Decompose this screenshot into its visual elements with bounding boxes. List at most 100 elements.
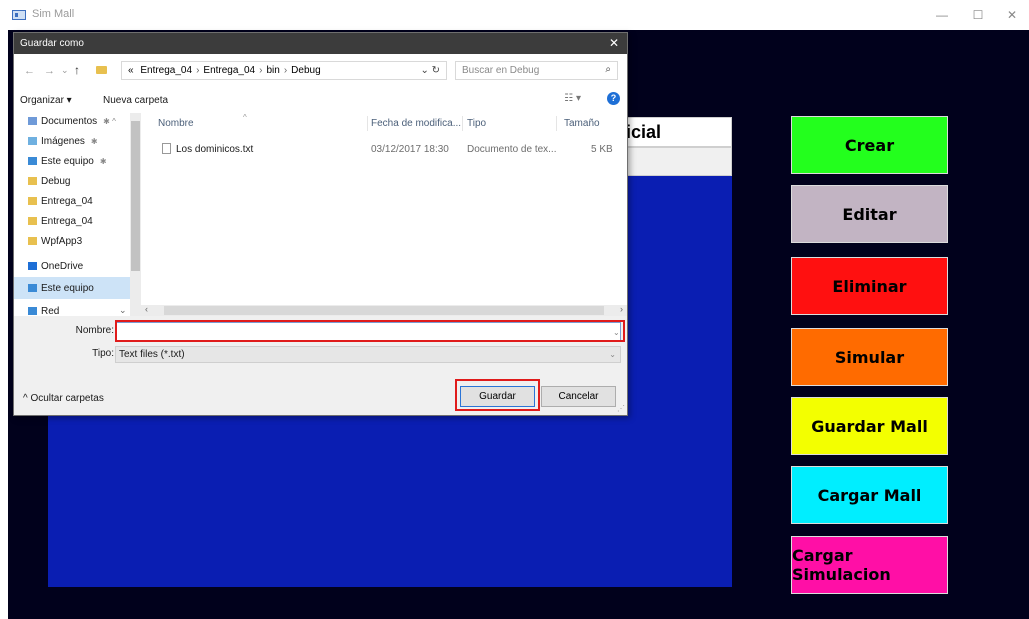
nav-item[interactable]: Este equipo [28,283,94,294]
nav-item-label: Entrega_04 [41,216,93,227]
minimize-button[interactable]: — [930,6,954,24]
column-divider [367,116,368,131]
type-label: Tipo: [92,348,114,359]
folder-icon [28,177,37,185]
help-icon[interactable]: ? [607,92,620,105]
nav-item-label: Documentos [41,116,98,127]
folder-icon [28,237,37,245]
hide-folders-toggle[interactable]: ^ Ocultar carpetas [23,393,104,404]
file-size: 5 KB [591,144,613,155]
simular-button[interactable]: Simular [791,328,948,386]
view-options-icon[interactable]: ☷ ▾ [564,93,581,104]
computer-icon [28,284,37,292]
nav-item[interactable]: Red [28,306,59,316]
breadcrumb: « Entrega_04 › Entrega_04 › bin › Debug [128,65,321,76]
resize-grip-icon[interactable]: ⋰ [617,404,625,413]
nav-item-label: Este equipo [41,156,94,167]
pin-icon[interactable]: ✱ ^ [103,117,116,126]
app-window-icon [12,10,26,20]
cancel-button[interactable]: Cancelar [541,386,616,407]
grid-cell[interactable]: 0 [612,147,732,176]
nav-item[interactable]: Entrega_04 [28,216,93,227]
new-folder-button[interactable]: Nueva carpeta [103,95,168,106]
cargar-simulacion-button[interactable]: Cargar Simulacion [791,536,948,594]
save-button[interactable]: Guardar [460,386,535,407]
folder-icon [28,197,37,205]
dialog-close-button[interactable]: ✕ [609,36,619,50]
text-file-icon [162,143,171,154]
nav-item[interactable]: Este equipo ✱ [28,156,107,167]
column-divider [462,116,463,131]
address-bar[interactable]: « Entrega_04 › Entrega_04 › bin › Debug ⌄ ↻ [121,61,447,80]
breadcrumb-item[interactable]: Entrega_04 [140,65,192,76]
nav-item[interactable]: WpfApp3 [28,236,82,247]
search-icon: ⌕ [605,64,611,75]
nav-item[interactable]: Debug [28,176,70,187]
app-title: Sim Mall [32,8,75,20]
column-divider [556,116,557,131]
forward-button[interactable]: → [44,65,55,77]
editar-button[interactable]: Editar [791,185,948,243]
crear-button[interactable]: Crear [791,116,948,174]
name-field-highlight [115,320,625,342]
nav-item[interactable]: Documentos ✱ ^ [28,116,116,127]
nav-item[interactable]: Imágenes ✱ [28,136,98,147]
nav-item-label: Red [41,306,60,316]
name-label: Nombre: [75,325,114,336]
up-button[interactable]: ↑ [74,63,80,77]
pin-icon[interactable]: ✱ [91,137,98,146]
pin-icon[interactable]: ✱ [100,157,107,166]
eliminar-button[interactable]: Eliminar [791,257,948,315]
nav-scrollbar-thumb[interactable] [131,121,140,271]
nav-item-label: Entrega_04 [41,196,93,207]
back-button[interactable]: ← [24,65,35,77]
file-type-value: Text files (*.txt) [119,349,185,360]
hscrollbar-thumb[interactable] [164,306,604,315]
file-type-select[interactable]: Text files (*.txt) ⌄ [115,346,621,363]
search-input[interactable]: Buscar en Debug ⌕ [455,61,618,80]
address-row: ← → ⌄ ↑ « Entrega_04 › Entrega_04 › bin › Debu… [14,54,627,87]
column-header-name[interactable]: Nombre [158,118,194,129]
refresh-button[interactable]: ⌄ ↻ [420,65,440,76]
breadcrumb-overflow[interactable]: « [128,65,134,76]
column-header-size[interactable]: Tamaño [564,118,600,129]
file-modified: 03/12/2017 18:30 [371,144,449,155]
nav-item-label: Debug [41,176,71,187]
search-placeholder: Buscar en Debug [462,65,540,76]
pictures-folder-icon [28,137,37,145]
organize-menu[interactable]: Organizar ▾ [20,95,72,106]
nav-item[interactable]: OneDrive [28,261,83,272]
documents-folder-icon [28,117,37,125]
navigation-pane[interactable]: Documentos ✱ ^ Imágenes ✱ Este equipo ✱ Debug E… [14,113,141,316]
grid-column-header[interactable]: nicial [612,117,732,147]
breadcrumb-item[interactable]: Debug [291,65,320,76]
cloud-icon [28,262,37,270]
dialog-titlebar: Guardar como ✕ [14,33,627,54]
scroll-left-icon[interactable]: ‹ [145,304,148,314]
breadcrumb-item[interactable]: Entrega_04 [203,65,255,76]
guardar-mall-button[interactable]: Guardar Mall [791,397,948,455]
column-header-modified[interactable]: Fecha de modifica... [371,118,461,129]
chevron-down-icon: ⌄ [609,350,616,359]
app-titlebar: Sim Mall — ☐ ✕ [0,0,1029,30]
folder-icon [28,217,37,225]
network-icon [28,307,37,315]
maximize-button[interactable]: ☐ [966,6,990,24]
nav-item-label: Imágenes [41,136,85,147]
nav-item-label: WpfApp3 [41,236,83,247]
recent-locations-button[interactable]: ⌄ [61,65,69,76]
close-button[interactable]: ✕ [1000,6,1024,24]
breadcrumb-item[interactable]: bin [266,65,279,76]
dialog-toolbar: Organizar ▾ Nueva carpeta ☷ ▾ ? [14,87,627,113]
file-list[interactable]: Nombre ^ Fecha de modifica... Tipo Tamañ… [141,113,627,305]
column-header-type[interactable]: Tipo [467,118,486,129]
sort-indicator-icon: ^ [243,113,247,122]
cargar-mall-button[interactable]: Cargar Mall [791,466,948,524]
dialog-title: Guardar como [20,38,84,49]
scroll-right-icon[interactable]: › [620,304,623,314]
nav-item-label: OneDrive [41,261,84,272]
nav-item-label: Este equipo [41,283,94,294]
nav-item[interactable]: Entrega_04 [28,196,93,207]
file-name: Los dominicos.txt [176,144,254,155]
nav-scroll-down-icon[interactable]: ⌄ [119,305,127,316]
